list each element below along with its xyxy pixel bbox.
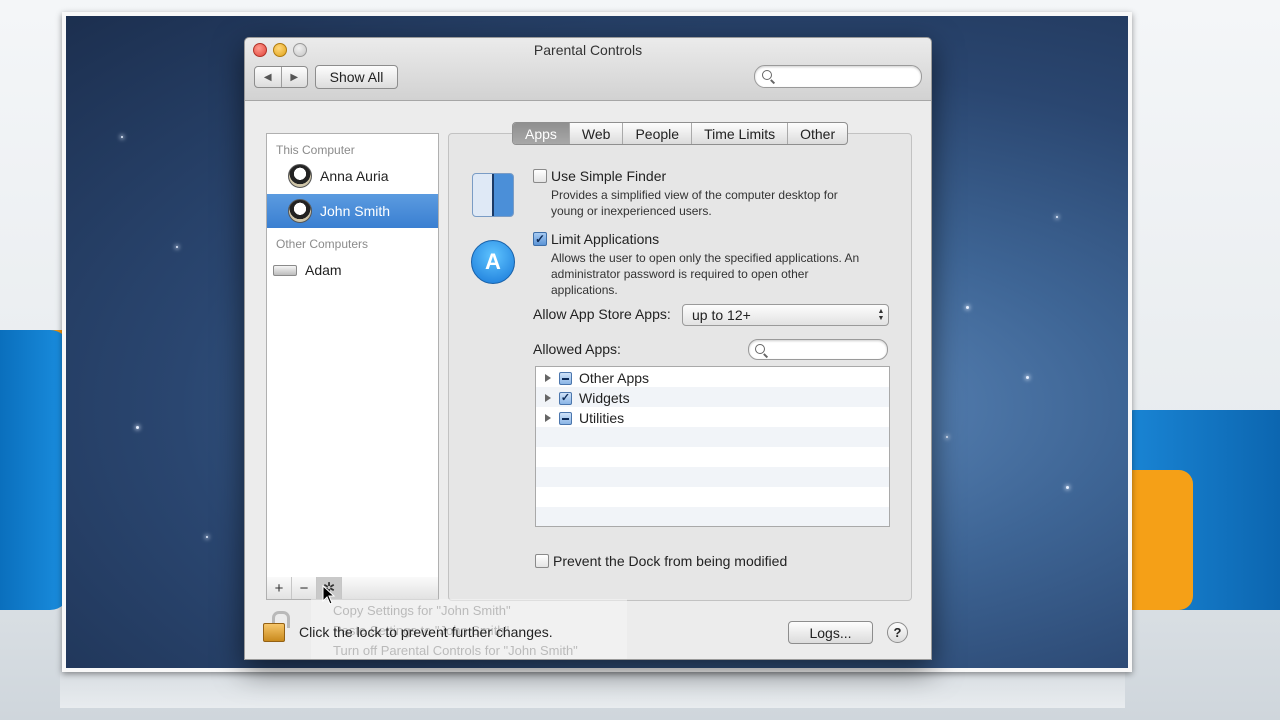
forward-arrow-icon[interactable]: ▶ <box>282 67 308 87</box>
stepper-arrows-icon: ▲ ▼ <box>877 308 885 322</box>
this-computer-header: This Computer <box>276 143 355 157</box>
computer-item-adam[interactable]: Adam <box>267 253 438 287</box>
app-store-age-value: up to 12+ <box>692 307 751 323</box>
navigation-control: ◀ ▶ <box>254 66 308 88</box>
limit-applications-label: Limit Applications <box>551 231 660 247</box>
show-all-button[interactable]: Show All <box>315 65 398 89</box>
mixed-state-checkbox[interactable] <box>559 411 572 425</box>
disclosure-triangle-icon[interactable] <box>545 374 551 382</box>
simple-finder-description: Provides a simplified view of the comput… <box>551 188 838 218</box>
user-avatar-icon <box>288 164 312 188</box>
lock-message: Click the lock to prevent further change… <box>299 624 553 640</box>
tab-other[interactable]: Other <box>788 123 847 144</box>
computer-name: Adam <box>305 262 342 278</box>
tab-apps[interactable]: Apps <box>513 123 570 144</box>
list-item[interactable]: Other Apps <box>536 368 889 388</box>
parental-controls-window: Parental Controls ◀ ▶ Show All This Comp… <box>244 37 932 660</box>
app-store-label: Allow App Store Apps: <box>533 306 671 322</box>
app-store-age-select[interactable]: up to 12+ ▲ ▼ <box>682 304 889 326</box>
list-item[interactable]: ✓ Widgets <box>536 388 889 408</box>
user-item-john-smith[interactable]: John Smith <box>267 194 438 228</box>
floor-reflection <box>60 668 1125 708</box>
simple-finder-checkbox[interactable] <box>533 169 547 183</box>
search-icon <box>762 70 772 80</box>
user-list: This Computer Anna Auria John Smith Othe… <box>266 133 439 578</box>
prevent-dock-label: Prevent the Dock from being modified <box>553 553 788 569</box>
window-title: Parental Controls <box>533 42 643 58</box>
disclosure-triangle-icon[interactable] <box>545 394 551 402</box>
app-group-name: Utilities <box>579 410 625 426</box>
computer-drive-icon <box>273 264 297 276</box>
help-button[interactable]: ? <box>887 622 908 643</box>
menu-item-turn-off-controls[interactable]: Turn off Parental Controls for "John Smi… <box>333 643 578 658</box>
user-name: Anna Auria <box>320 168 389 184</box>
preferences-search-field[interactable] <box>754 65 922 88</box>
remove-user-button[interactable]: − <box>292 577 317 599</box>
back-arrow-icon[interactable]: ◀ <box>255 67 282 87</box>
user-item-anna-auria[interactable]: Anna Auria <box>267 159 438 193</box>
allowed-apps-search-field[interactable] <box>748 339 888 360</box>
user-avatar-icon <box>288 199 312 223</box>
allowed-apps-label: Allowed Apps: <box>533 341 621 357</box>
tab-bar: Apps Web People Time Limits Other <box>512 122 849 145</box>
list-item[interactable]: Utilities <box>536 408 889 428</box>
tab-people[interactable]: People <box>623 123 693 144</box>
limit-applications-description: Allows the user to open only the specifi… <box>551 251 860 297</box>
app-group-name: Widgets <box>579 390 630 406</box>
allowed-apps-list: Other Apps ✓ Widgets Utilities <box>535 366 890 527</box>
checked-checkbox[interactable]: ✓ <box>559 391 572 405</box>
search-icon <box>755 344 765 354</box>
tab-web[interactable]: Web <box>570 123 624 144</box>
mouse-pointer-icon <box>322 585 336 605</box>
logs-button[interactable]: Logs... <box>788 621 873 644</box>
finder-icon <box>472 173 514 217</box>
lock-icon[interactable] <box>263 611 290 642</box>
add-user-button[interactable]: + <box>267 577 292 599</box>
menu-item-copy-settings[interactable]: Copy Settings for "John Smith" <box>333 603 511 618</box>
limit-applications-checkbox[interactable]: ✓ <box>533 232 547 246</box>
titlebar: Parental Controls ◀ ▶ Show All <box>245 38 931 101</box>
simple-finder-label: Use Simple Finder <box>551 168 667 184</box>
disclosure-triangle-icon[interactable] <box>545 414 551 422</box>
tab-time-limits[interactable]: Time Limits <box>692 123 789 144</box>
app-store-icon: A <box>471 240 515 284</box>
prevent-dock-checkbox[interactable] <box>535 554 549 568</box>
background-chair-left <box>0 330 70 610</box>
mixed-state-checkbox[interactable] <box>559 371 572 385</box>
sidebar-action-bar: + − ✲ <box>266 577 439 600</box>
user-name: John Smith <box>320 203 391 219</box>
app-group-name: Other Apps <box>579 370 650 386</box>
other-computers-header: Other Computers <box>276 237 369 251</box>
